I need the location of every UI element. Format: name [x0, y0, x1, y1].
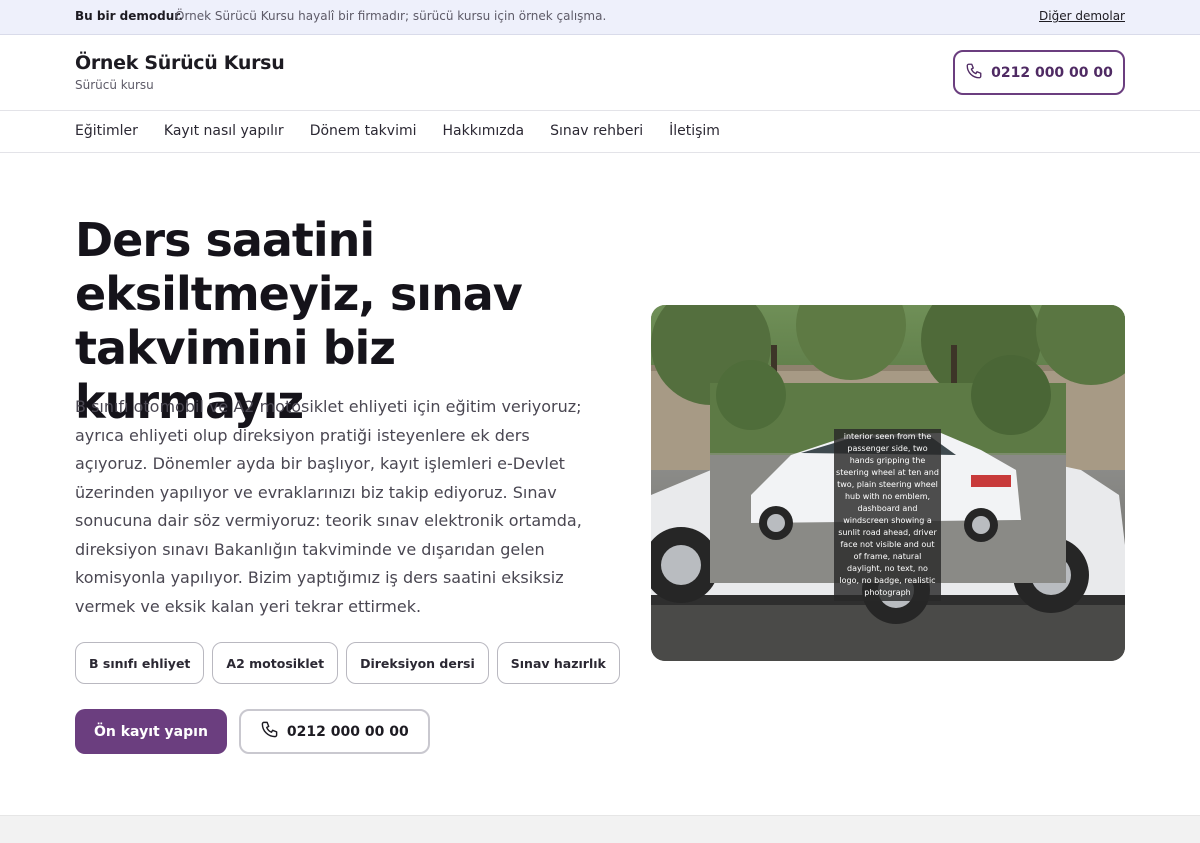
brand-subtitle: Sürücü kursu — [75, 78, 154, 92]
course-chips: B sınıfı ehliyet A2 motosiklet Direksiyo… — [75, 642, 620, 684]
nav-item-iletisim[interactable]: İletişim — [669, 123, 720, 139]
hero-description: B sınıfı otomobil ve A2 motosiklet ehliy… — [75, 397, 582, 616]
chip-a2-motosiklet[interactable]: A2 motosiklet — [212, 642, 339, 684]
hero-photo: interior seen from the passenger side, t… — [651, 305, 1125, 661]
image-caption: interior seen from the passenger side, t… — [834, 429, 941, 601]
header-phone-button[interactable]: 0212 000 00 00 — [953, 50, 1125, 95]
phone-icon — [965, 62, 983, 84]
nav-item-egitimler[interactable]: Eğitimler — [75, 123, 138, 139]
phone-icon — [260, 720, 279, 743]
cta-row: Ön kayıt yapın 0212 000 00 00 — [75, 709, 430, 754]
other-demos-link[interactable]: Diğer demolar — [1039, 9, 1125, 23]
nav-item-kayit[interactable]: Kayıt nasıl yapılır — [164, 123, 284, 139]
pre-register-button[interactable]: Ön kayıt yapın — [75, 709, 227, 754]
demo-description: Örnek Sürücü Kursu hayalî bir firmadır; … — [175, 9, 607, 23]
nav-item-hakkimizda[interactable]: Hakkımızda — [443, 123, 525, 139]
main-nav: Eğitimler Kayıt nasıl yapılır Dönem takv… — [0, 111, 1200, 153]
chip-b-sinifi[interactable]: B sınıfı ehliyet — [75, 642, 205, 684]
nav-item-donem-takvimi[interactable]: Dönem takvimi — [310, 123, 417, 139]
site-header: Örnek Sürücü Kursu Sürücü kursu 0212 000… — [0, 35, 1200, 111]
demo-banner: Bu bir demodur. Örnek Sürücü Kursu hayal… — [0, 0, 1200, 35]
call-button[interactable]: 0212 000 00 00 — [238, 709, 430, 754]
chip-direksiyon-dersi[interactable]: Direksiyon dersi — [346, 642, 489, 684]
brand-title[interactable]: Örnek Sürücü Kursu — [75, 52, 285, 74]
header-phone-number: 0212 000 00 00 — [991, 64, 1113, 81]
next-section-band — [0, 815, 1200, 843]
chip-sinav-hazirlik[interactable]: Sınav hazırlık — [496, 642, 620, 684]
call-button-number: 0212 000 00 00 — [286, 723, 409, 740]
nav-item-sinav-rehberi[interactable]: Sınav rehberi — [550, 123, 643, 139]
demo-label: Bu bir demodur. — [75, 9, 184, 23]
